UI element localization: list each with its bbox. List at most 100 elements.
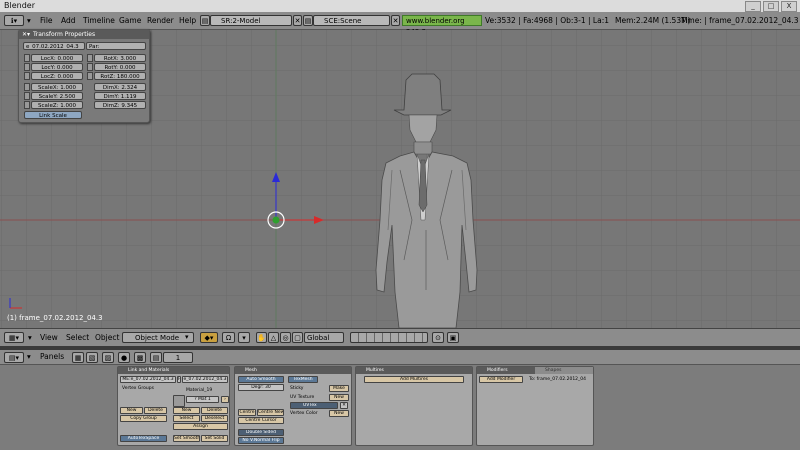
minimize-button[interactable]: _ (745, 1, 761, 12)
fake-user-button[interactable]: F (177, 376, 181, 383)
multires-title[interactable]: Multires (356, 367, 472, 374)
scaley-field[interactable]: ScaleY: 2.500 (31, 92, 83, 100)
transform-panel-title[interactable]: Transform Properties (19, 30, 149, 39)
lock-icon[interactable] (24, 54, 30, 62)
lock-icon[interactable] (87, 72, 93, 80)
link-materials-title[interactable]: Link and Materials (118, 367, 229, 374)
auto-smooth-toggle[interactable]: Auto Smooth (238, 376, 284, 383)
scalez-field[interactable]: ScaleZ: 1.000 (31, 101, 83, 109)
parent-field[interactable]: Par: (86, 42, 146, 50)
add-multires-button[interactable]: Add Multires (364, 376, 464, 383)
screen-delete-button[interactable]: ✕ (293, 15, 302, 26)
rotate-icon[interactable]: ◎ (280, 332, 291, 343)
rotz-field[interactable]: RotZ: 180.000 (94, 72, 146, 80)
texmesh-field[interactable]: TexMesh (288, 376, 318, 383)
page-number[interactable]: 1 (163, 352, 193, 363)
material-delete-button[interactable]: Delete (201, 407, 228, 414)
link-scale-button[interactable]: Link Scale (24, 111, 82, 119)
material-deselect-button[interactable]: Deselect (201, 415, 228, 422)
menu-timeline[interactable]: Timeline (83, 12, 115, 29)
sticky-make-button[interactable]: Make (329, 385, 349, 392)
menu-game[interactable]: Game (119, 12, 141, 29)
maximize-button[interactable]: □ (763, 1, 779, 12)
lock-icon[interactable] (87, 63, 93, 71)
menu-view[interactable]: View (40, 329, 58, 346)
menu-object[interactable]: Object (95, 329, 119, 346)
screen-field[interactable]: SR:2-Model (210, 15, 292, 26)
uv-texture-new-button[interactable]: New (329, 394, 349, 401)
hand-icon[interactable]: ✋ (256, 332, 267, 343)
collapse-icon[interactable]: ▾ (27, 12, 31, 29)
editor-type-icon[interactable]: ℹ▾ (4, 15, 24, 26)
lock-icon[interactable] (24, 72, 30, 80)
material-assign-button[interactable]: Assign (173, 423, 228, 430)
set-smooth-button[interactable]: Set Smooth (173, 435, 200, 442)
mode-select[interactable]: Object Mode (122, 332, 194, 343)
menu-render[interactable]: Render (147, 12, 174, 29)
render-icon[interactable]: ▣ (447, 332, 459, 343)
lock-icon[interactable] (24, 83, 30, 91)
lock-icon[interactable] (24, 101, 30, 109)
autotexspace-toggle[interactable]: AutoTexSpace (120, 435, 167, 442)
lock-icon[interactable] (24, 63, 30, 71)
dimz-field[interactable]: DimZ: 9.345 (94, 101, 146, 109)
view-icon[interactable]: ▦ (72, 352, 84, 363)
locy-field[interactable]: LocY: 0.000 (31, 63, 83, 71)
uvtex-field[interactable]: UVTex (290, 402, 338, 409)
locx-field[interactable]: LocX: 0.000 (31, 54, 83, 62)
shading-icon[interactable]: ● (118, 352, 130, 363)
modifiers-tab[interactable]: Modifiers (477, 367, 542, 374)
pivot-point-icon[interactable]: ▾ (238, 332, 250, 343)
material-next-button[interactable]: › (221, 396, 229, 403)
add-modifier-button[interactable]: Add Modifier (479, 376, 523, 383)
lock-icon[interactable] (24, 92, 30, 100)
object-name-field[interactable]: e_07.02.2012_04.3 (23, 42, 85, 50)
menu-select[interactable]: Select (66, 329, 89, 346)
collapse-icon[interactable]: ▾ (28, 329, 32, 346)
vgroup-new-button[interactable]: New (120, 407, 143, 414)
double-sided-toggle[interactable]: Double Sided (238, 429, 284, 436)
pivot-icon[interactable]: Ω (222, 332, 235, 343)
close-icon[interactable]: ✕▾ (22, 30, 30, 39)
object-name-field[interactable]: e_07.02.2012_04.3 (182, 376, 228, 383)
material-select-button[interactable]: Select (173, 415, 200, 422)
scene-delete-button[interactable]: ✕ (391, 15, 400, 26)
locz-field[interactable]: LocZ: 0.000 (31, 72, 83, 80)
scale-icon[interactable]: ▢ (292, 332, 303, 343)
dimx-field[interactable]: DimX: 2.324 (94, 83, 146, 91)
centre-cursor-button[interactable]: Centre Cursor (238, 417, 284, 424)
degr-field[interactable]: Degr: 30 (238, 384, 284, 391)
editor-type-icon[interactable]: ▤▾ (4, 352, 24, 363)
script-icon[interactable]: ▨ (102, 352, 114, 363)
lock-icon[interactable] (87, 54, 93, 62)
no-vnormal-flip-toggle[interactable]: No V.Normal Flip (238, 437, 284, 444)
mesh-name-field[interactable]: ME:e_07.02.2012_04.3 (120, 376, 176, 383)
copy-group-button[interactable]: Copy Group (120, 415, 167, 422)
collapse-icon[interactable]: ▾ (27, 350, 31, 364)
dimy-field[interactable]: DimY: 1.119 (94, 92, 146, 100)
scalex-field[interactable]: ScaleX: 1.000 (31, 83, 83, 91)
scene-browse-icon[interactable]: ▤ (303, 15, 313, 26)
panels-menu[interactable]: Panels (40, 350, 64, 364)
screen-browse-icon[interactable]: ▤ (200, 15, 210, 26)
menu-add[interactable]: Add (61, 12, 76, 29)
object-icon[interactable]: ▩ (134, 352, 146, 363)
translate-icon[interactable]: △ (268, 332, 279, 343)
material-color-swatch[interactable] (173, 395, 185, 407)
roty-field[interactable]: RotY: 0.000 (94, 63, 146, 71)
rotx-field[interactable]: RotX: 3.000 (94, 54, 146, 62)
layer-buttons[interactable] (350, 332, 428, 343)
editor-type-icon[interactable]: ▦▾ (4, 332, 24, 343)
orientation-select[interactable]: Global (304, 332, 344, 343)
centre-button[interactable]: Centre (238, 409, 256, 416)
shapes-tab[interactable]: Shapes (535, 367, 593, 374)
draw-type-icon[interactable]: ◆▾ (200, 332, 218, 343)
editing-icon[interactable]: ▤ (150, 352, 162, 363)
scene-field[interactable]: SCE:Scene (313, 15, 390, 26)
centre-new-button[interactable]: Centre New (257, 409, 284, 416)
logic-icon[interactable]: ▧ (86, 352, 98, 363)
material-new-button[interactable]: New (173, 407, 200, 414)
close-button[interactable]: X (781, 1, 797, 12)
set-solid-button[interactable]: Set Solid (201, 435, 228, 442)
menu-help[interactable]: Help (179, 12, 196, 29)
